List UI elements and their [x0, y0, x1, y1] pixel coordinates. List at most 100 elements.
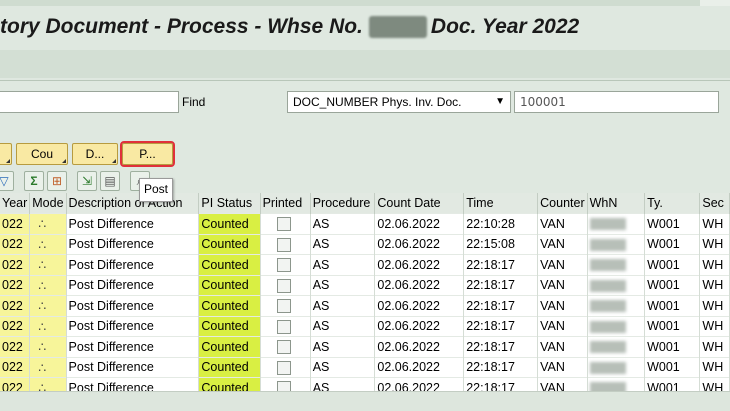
printed-checkbox[interactable]: [276, 258, 291, 273]
counter-cell[interactable]: VAN: [537, 336, 588, 357]
table-row[interactable]: 022 ∴ Post Difference Counted AS 02.06.2022 22…: [0, 213, 730, 234]
post-button[interactable]: P...: [120, 141, 175, 167]
partial-button[interactable]: [0, 143, 12, 165]
section-cell[interactable]: WH: [699, 233, 730, 255]
table-row[interactable]: 022 ∴ Post Difference Counted AS 02.06.2022 22…: [0, 274, 730, 296]
type-cell[interactable]: W001: [644, 356, 701, 378]
mode-cell[interactable]: ∴: [29, 233, 67, 255]
printed-checkbox[interactable]: [276, 299, 291, 314]
count-date-cell[interactable]: 02.06.2022: [374, 336, 465, 357]
pi-status-cell[interactable]: Counted: [198, 315, 261, 337]
description-cell[interactable]: Post Difference: [66, 336, 200, 357]
table-row[interactable]: 022 ∴ Post Difference Counted AS 02.06.2022 22…: [0, 233, 730, 255]
column-header[interactable]: Mode: [29, 193, 67, 214]
year-cell[interactable]: 022: [0, 274, 31, 296]
filter-icon[interactable]: ▽: [0, 171, 14, 191]
year-cell[interactable]: 022: [0, 336, 31, 357]
left-input-field[interactable]: [0, 91, 179, 113]
printed-cell[interactable]: [260, 213, 311, 234]
year-cell[interactable]: 022: [0, 315, 31, 337]
printed-cell[interactable]: [260, 356, 311, 378]
mode-cell[interactable]: ∴: [29, 254, 67, 275]
procedure-cell[interactable]: AS: [310, 356, 376, 378]
mode-cell[interactable]: ∴: [29, 315, 67, 337]
description-cell[interactable]: Post Difference: [66, 254, 200, 275]
time-cell[interactable]: 22:18:17: [463, 295, 539, 316]
section-cell[interactable]: WH: [699, 254, 730, 275]
count-button[interactable]: Cou: [16, 143, 68, 165]
table-row[interactable]: 022 ∴ Post Difference Counted AS 02.06.2022 22…: [0, 356, 730, 378]
table-row[interactable]: 022 ∴ Post Difference Counted AS 02.06.2022 22…: [0, 336, 730, 357]
year-cell[interactable]: 022: [0, 295, 31, 316]
sum-icon[interactable]: Σ: [24, 171, 44, 191]
printed-cell[interactable]: [260, 315, 311, 337]
warehouse-cell[interactable]: [587, 233, 646, 255]
count-date-cell[interactable]: 02.06.2022: [374, 295, 465, 316]
type-cell[interactable]: W001: [644, 254, 701, 275]
printed-cell[interactable]: [260, 254, 311, 275]
count-date-cell[interactable]: 02.06.2022: [374, 233, 465, 255]
warehouse-cell[interactable]: [587, 336, 646, 357]
printed-cell[interactable]: [260, 336, 311, 357]
description-cell[interactable]: Post Difference: [66, 274, 200, 296]
column-header[interactable]: Sec: [699, 193, 730, 214]
description-cell[interactable]: Post Difference: [66, 315, 200, 337]
column-header[interactable]: Count Date: [374, 193, 465, 214]
pi-status-cell[interactable]: Counted: [198, 254, 261, 275]
count-date-cell[interactable]: 02.06.2022: [374, 274, 465, 296]
printed-cell[interactable]: [260, 233, 311, 255]
procedure-cell[interactable]: AS: [310, 233, 376, 255]
print-preview-icon[interactable]: ▤: [100, 171, 120, 191]
time-cell[interactable]: 22:18:17: [463, 356, 539, 378]
count-date-cell[interactable]: 02.06.2022: [374, 254, 465, 275]
type-cell[interactable]: W001: [644, 295, 701, 316]
printed-checkbox[interactable]: [276, 278, 291, 293]
procedure-cell[interactable]: AS: [310, 336, 376, 357]
mode-cell[interactable]: ∴: [29, 356, 67, 378]
find-value-input[interactable]: 100001: [514, 91, 719, 113]
time-cell[interactable]: 22:10:28: [463, 213, 539, 234]
year-cell[interactable]: 022: [0, 213, 31, 234]
procedure-cell[interactable]: AS: [310, 274, 376, 296]
table-row[interactable]: 022 ∴ Post Difference Counted AS 02.06.2022 22…: [0, 254, 730, 275]
pi-status-cell[interactable]: Counted: [198, 213, 261, 234]
time-cell[interactable]: 22:18:17: [463, 315, 539, 337]
pi-status-cell[interactable]: Counted: [198, 295, 261, 316]
printed-checkbox[interactable]: [276, 360, 291, 375]
warehouse-cell[interactable]: [587, 315, 646, 337]
time-cell[interactable]: 22:18:17: [463, 336, 539, 357]
type-cell[interactable]: W001: [644, 233, 701, 255]
column-header[interactable]: Ty.: [644, 193, 701, 214]
description-cell[interactable]: Post Difference: [66, 295, 200, 316]
type-cell[interactable]: W001: [644, 274, 701, 296]
column-header[interactable]: Counter: [537, 193, 588, 214]
section-cell[interactable]: WH: [699, 336, 730, 357]
mode-cell[interactable]: ∴: [29, 295, 67, 316]
description-cell[interactable]: Post Difference: [66, 356, 200, 378]
counter-cell[interactable]: VAN: [537, 233, 588, 255]
column-header[interactable]: Year: [0, 193, 31, 214]
warehouse-cell[interactable]: [587, 254, 646, 275]
section-cell[interactable]: WH: [699, 356, 730, 378]
type-cell[interactable]: W001: [644, 213, 701, 234]
warehouse-cell[interactable]: [587, 295, 646, 316]
time-cell[interactable]: 22:18:17: [463, 274, 539, 296]
time-cell[interactable]: 22:15:08: [463, 233, 539, 255]
column-header[interactable]: Printed: [260, 193, 311, 214]
column-header[interactable]: Time: [463, 193, 539, 214]
printed-checkbox[interactable]: [276, 237, 291, 252]
pi-status-cell[interactable]: Counted: [198, 233, 261, 255]
section-cell[interactable]: WH: [699, 274, 730, 296]
section-cell[interactable]: WH: [699, 295, 730, 316]
procedure-cell[interactable]: AS: [310, 315, 376, 337]
description-cell[interactable]: Post Difference: [66, 233, 200, 255]
count-date-cell[interactable]: 02.06.2022: [374, 315, 465, 337]
subtotal-icon[interactable]: ⊞: [47, 171, 67, 191]
mode-cell[interactable]: ∴: [29, 213, 67, 234]
printed-cell[interactable]: [260, 295, 311, 316]
printed-cell[interactable]: [260, 274, 311, 296]
count-date-cell[interactable]: 02.06.2022: [374, 356, 465, 378]
procedure-cell[interactable]: AS: [310, 254, 376, 275]
counter-cell[interactable]: VAN: [537, 274, 588, 296]
export-icon[interactable]: ⇲: [77, 171, 97, 191]
